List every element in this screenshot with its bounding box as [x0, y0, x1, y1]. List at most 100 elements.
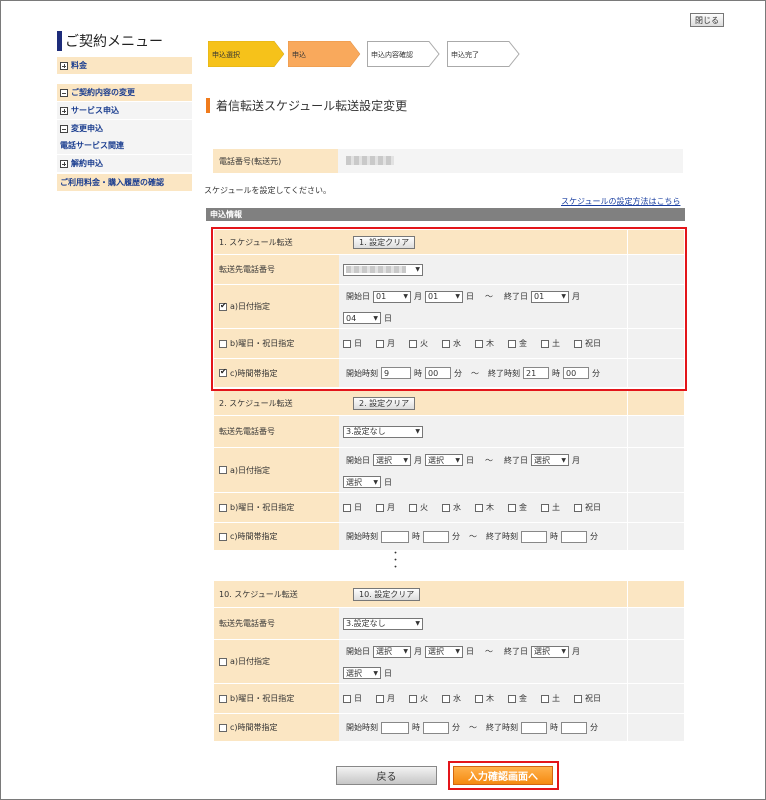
day-checkbox-thu[interactable]: 木	[475, 502, 494, 513]
end-date-label: 終了日	[504, 647, 528, 657]
dest-phone-value: 3.設定なし	[346, 427, 386, 436]
dest-phone-select[interactable]: 3.設定なし ▼	[343, 425, 423, 438]
time-spec-checkbox[interactable]	[219, 723, 227, 732]
start-minute-input[interactable]	[423, 530, 449, 543]
sidebar-item-usage-history[interactable]: ご利用料金・購入履歴の確認	[57, 174, 192, 191]
schedule-10-dest-row: 転送先電話番号 3.設定なし ▼	[214, 608, 684, 640]
day-checkbox-mon[interactable]: 月	[376, 502, 395, 513]
checkbox-box-icon[interactable]	[343, 694, 351, 703]
day-checkbox-wed[interactable]: 水	[442, 502, 461, 513]
sidebar-item-phone-service[interactable]: 電話サービス関連	[57, 137, 192, 154]
sidebar-item-fees[interactable]: 料金	[57, 57, 192, 74]
checkbox-box-icon[interactable]	[541, 503, 549, 512]
schedule-10-date-row: a)日付指定 開始日 選択 ▼ 月 選択 ▼ 日 〜 終了日 選択 ▼ 月 選択 ▼ 日	[214, 640, 684, 684]
day-checkbox-wed[interactable]: 水	[442, 693, 461, 704]
weekday-spec-label: b)曜日・祝日指定	[230, 503, 295, 512]
checkbox-box-icon[interactable]	[343, 503, 351, 512]
sidebar-item-label: サービス申込	[71, 106, 119, 115]
sidebar-item-cancel-apply[interactable]: 解約申込	[57, 155, 192, 172]
dest-phone-label: 転送先電話番号	[214, 416, 339, 448]
end-hour-input[interactable]	[521, 530, 547, 543]
date-spec-label: a)日付指定	[230, 657, 271, 666]
day-checkbox-tue[interactable]: 火	[409, 693, 428, 704]
day-checkbox-holiday[interactable]: 祝日	[574, 693, 601, 704]
day-label: 月	[387, 694, 395, 703]
date-spec-checkbox[interactable]	[219, 657, 227, 666]
hour-unit: 時	[550, 532, 558, 541]
form-cell	[627, 493, 684, 523]
day-checkbox-sat[interactable]: 土	[541, 502, 560, 513]
checkbox-box-icon[interactable]	[574, 694, 582, 703]
step-label: 申込	[292, 51, 306, 59]
close-button[interactable]: 閉じる	[690, 13, 724, 27]
checkbox-box-icon[interactable]	[475, 694, 483, 703]
checkbox-box-icon[interactable]	[376, 503, 384, 512]
checkbox-box-icon[interactable]	[409, 503, 417, 512]
checkbox-box-icon[interactable]	[508, 503, 516, 512]
start-day-select[interactable]: 選択 ▼	[425, 454, 463, 466]
checkbox-box-icon[interactable]	[508, 694, 516, 703]
form-cell	[627, 391, 684, 416]
day-checkbox-fri[interactable]: 金	[508, 502, 527, 513]
checkbox-box-icon[interactable]	[442, 503, 450, 512]
start-hour-input[interactable]	[381, 721, 409, 734]
dest-phone-select[interactable]: 3.設定なし ▼	[343, 617, 423, 630]
day-checkbox-fri[interactable]: 金	[508, 693, 527, 704]
hour-unit: 時	[412, 723, 420, 732]
end-minute-input[interactable]	[561, 530, 587, 543]
checkbox-box-icon[interactable]	[442, 694, 450, 703]
weekday-spec-checkbox[interactable]	[219, 503, 227, 512]
form-cell	[627, 608, 684, 640]
step-apply: 申込	[288, 41, 366, 67]
end-month-select[interactable]: 選択 ▼	[531, 454, 569, 466]
weekday-spec-checkbox[interactable]	[219, 694, 227, 703]
day-checkbox-sat[interactable]: 土	[541, 693, 560, 704]
back-button[interactable]: 戻る	[336, 766, 437, 785]
day-checkbox-thu[interactable]: 木	[475, 693, 494, 704]
day-checkbox-holiday[interactable]: 祝日	[574, 502, 601, 513]
end-month-select[interactable]: 選択 ▼	[531, 645, 569, 658]
date-spec-checkbox[interactable]	[219, 466, 227, 474]
day-label: 火	[420, 503, 428, 512]
schedule-help-link[interactable]: スケジュールの設定方法はこちら	[561, 196, 680, 207]
time-spec-label: c)時間帯指定	[230, 723, 278, 732]
start-month-select[interactable]: 選択 ▼	[373, 454, 411, 466]
end-date-label: 終了日	[504, 455, 528, 465]
end-day-value: 選択	[346, 477, 362, 487]
checkbox-box-icon[interactable]	[376, 694, 384, 703]
checkbox-box-icon[interactable]	[475, 503, 483, 512]
clear-settings-button[interactable]: 10. 設定クリア	[353, 587, 421, 601]
checkbox-box-icon[interactable]	[409, 694, 417, 703]
range-tilde: 〜	[469, 723, 477, 732]
start-hour-input[interactable]	[381, 530, 409, 543]
checkbox-box-icon[interactable]	[574, 503, 582, 512]
chevron-down-icon: ▼	[455, 456, 460, 464]
end-hour-input[interactable]	[521, 721, 547, 734]
time-spec-checkbox[interactable]	[219, 532, 227, 541]
day-label: 日	[354, 503, 362, 512]
source-phone-label: 電話番号(転送元)	[213, 149, 338, 173]
to-confirm-button[interactable]: 入力確認画面へ	[453, 766, 553, 785]
start-day-select[interactable]: 選択 ▼	[425, 645, 463, 658]
end-day-select[interactable]: 選択 ▼	[343, 667, 381, 680]
form-label-cell: c)時間帯指定	[214, 714, 339, 742]
form-cell: 開始時刻 時 分 〜 終了時刻 時 分	[339, 714, 627, 742]
day-checkbox-mon[interactable]: 月	[376, 693, 395, 704]
clear-settings-button[interactable]: 2. 設定クリア	[353, 396, 416, 410]
sidebar-item-contract-change[interactable]: ご契約内容の変更	[57, 84, 192, 101]
day-unit: 日	[466, 647, 474, 657]
day-checkbox-sun[interactable]: 日	[343, 502, 362, 513]
checkbox-box-icon[interactable]	[541, 694, 549, 703]
sidebar-item-label: ご利用料金・購入履歴の確認	[60, 178, 164, 187]
day-checkbox-sun[interactable]: 日	[343, 693, 362, 704]
sidebar-item-service-apply[interactable]: サービス申込	[57, 102, 192, 119]
start-month-select[interactable]: 選択 ▼	[373, 645, 411, 658]
end-minute-input[interactable]	[561, 721, 587, 734]
end-day-select[interactable]: 選択 ▼	[343, 476, 381, 488]
sidebar-item-change-apply[interactable]: 変更申込	[57, 120, 192, 137]
form-cell	[627, 684, 684, 714]
day-checkbox-tue[interactable]: 火	[409, 502, 428, 513]
form-cell: 開始時刻 時 分 〜 終了時刻 時 分	[339, 523, 627, 551]
step-label: 申込完了	[451, 51, 479, 59]
start-minute-input[interactable]	[423, 721, 449, 734]
